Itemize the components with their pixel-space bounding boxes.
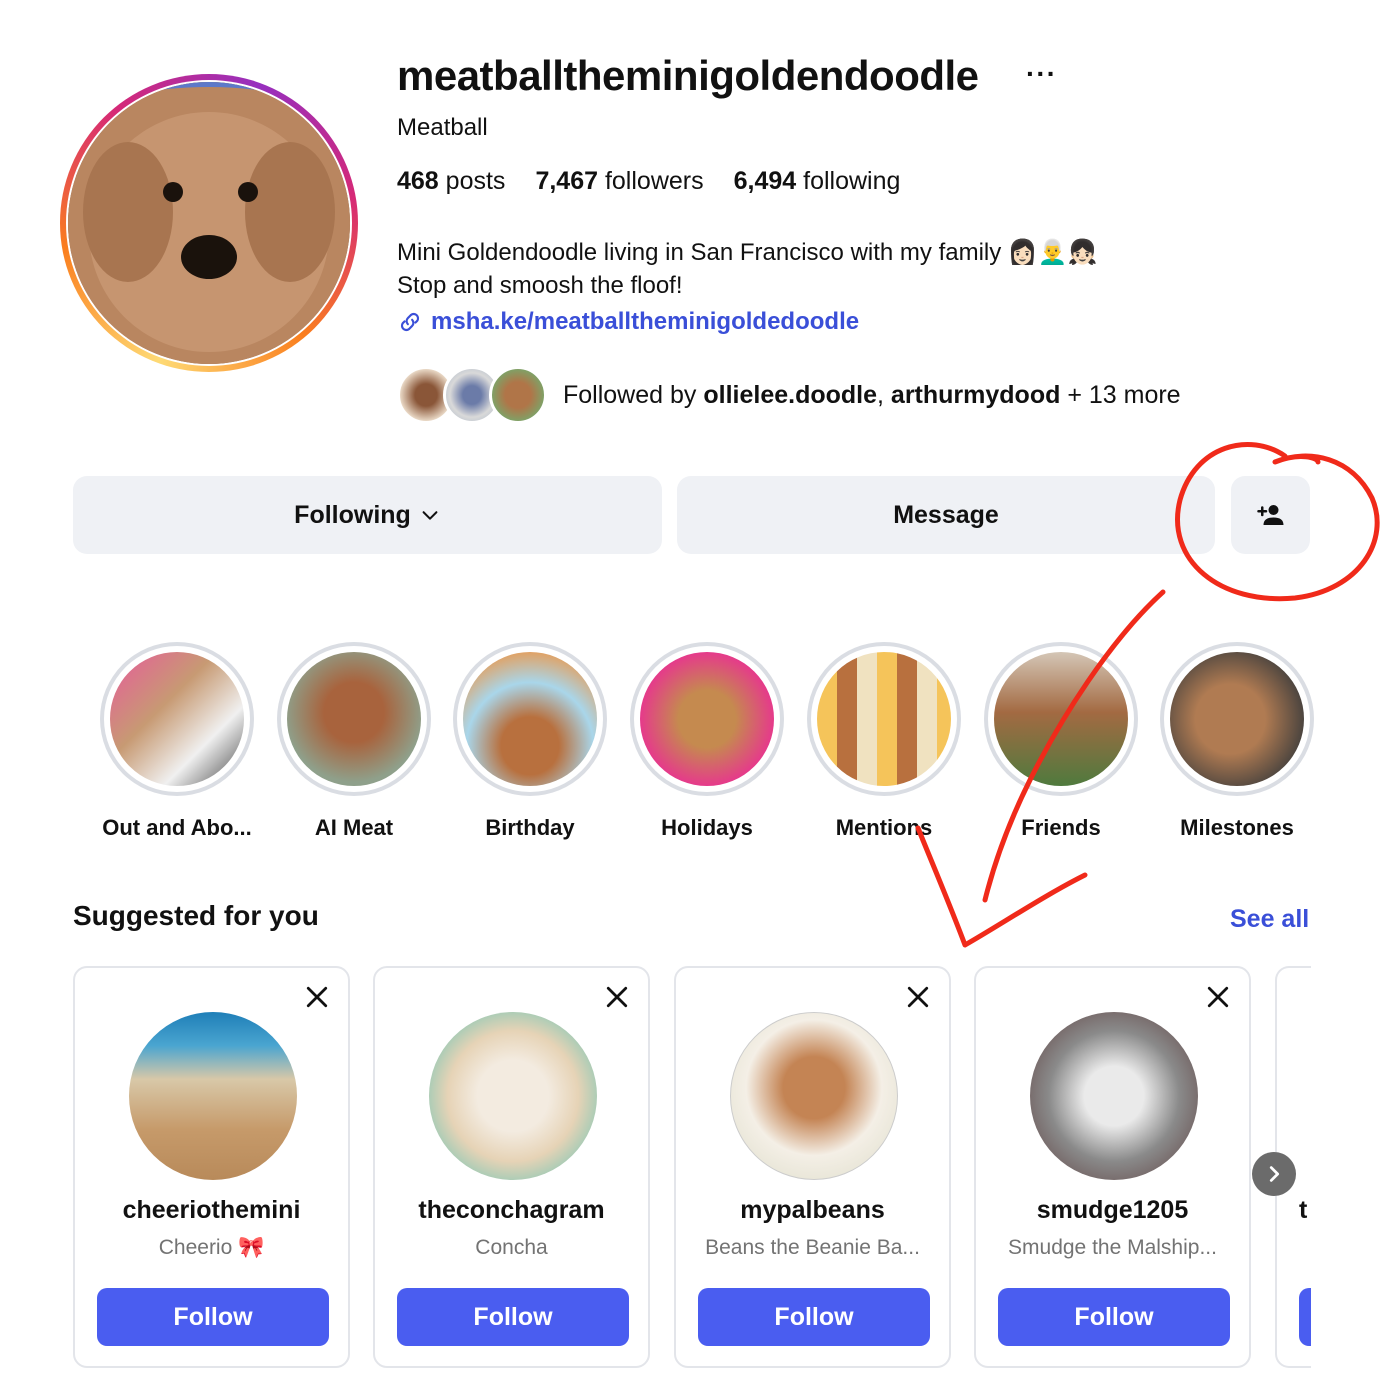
suggestion-name: Beans the Beanie Ba... bbox=[705, 1236, 920, 1259]
suggest-people-button[interactable] bbox=[1231, 476, 1310, 554]
message-button-label: Message bbox=[893, 500, 999, 529]
highlight-item[interactable]: Mentions bbox=[807, 642, 961, 841]
highlight-label: Milestones bbox=[1180, 815, 1294, 840]
highlight-ring bbox=[453, 642, 607, 796]
dog-face-illustration bbox=[68, 82, 350, 364]
followed-by-text: Followed by ollielee.doodle, arthurmydoo… bbox=[563, 381, 1181, 410]
followed-by-prefix: Followed by bbox=[563, 380, 704, 409]
bio-line: Stop and smoosh the floof! bbox=[397, 272, 683, 299]
add-person-icon bbox=[1256, 505, 1283, 525]
highlight-ring bbox=[807, 642, 961, 796]
highlight-cover bbox=[640, 652, 774, 786]
mutual-avatar bbox=[489, 366, 547, 424]
suggestion-name: Smudge the Malship... bbox=[1008, 1236, 1217, 1259]
suggestion-card: cheeriothemini Cheerio 🎀 Follow bbox=[73, 966, 350, 1368]
highlight-ring bbox=[277, 642, 431, 796]
profile-avatar bbox=[68, 82, 350, 364]
followers-count: 7,467 bbox=[535, 167, 598, 195]
suggestion-username[interactable]: theconchagram bbox=[375, 1196, 648, 1225]
profile-link-text: msha.ke/meatballtheminigoldedoodle bbox=[431, 308, 860, 335]
highlight-cover bbox=[1170, 652, 1304, 786]
chevron-down-icon bbox=[422, 511, 438, 520]
close-icon[interactable] bbox=[903, 982, 933, 1012]
posts-stat[interactable]: 468 posts bbox=[397, 167, 505, 196]
follow-button[interactable]: Follow bbox=[698, 1288, 930, 1346]
followers-stat[interactable]: 7,467 followers bbox=[535, 167, 703, 196]
suggestion-username[interactable]: t bbox=[1299, 1196, 1307, 1225]
followers-label: followers bbox=[604, 167, 704, 195]
see-all-link[interactable]: See all bbox=[1230, 905, 1309, 934]
following-label: following bbox=[803, 167, 901, 195]
highlight-label: Mentions bbox=[835, 815, 933, 840]
highlight-ring bbox=[984, 642, 1138, 796]
highlight-item[interactable]: Friends bbox=[984, 642, 1138, 841]
highlight-item[interactable]: Birthday bbox=[453, 642, 607, 841]
highlight-item[interactable]: Milestones bbox=[1160, 642, 1314, 841]
suggestion-card: smudge1205 Smudge the Malship... Follow bbox=[974, 966, 1251, 1368]
profile-display-name: Meatball bbox=[397, 114, 488, 141]
highlight-cover bbox=[463, 652, 597, 786]
suggestion-card: theconchagram Concha Follow bbox=[373, 966, 650, 1368]
following-button[interactable]: Following bbox=[73, 476, 662, 554]
suggestion-avatar[interactable] bbox=[1030, 1012, 1198, 1180]
highlight-cover bbox=[994, 652, 1128, 786]
highlight-label: Out and Abo... bbox=[102, 815, 252, 840]
message-button[interactable]: Message bbox=[677, 476, 1215, 554]
following-stat[interactable]: 6,494 following bbox=[734, 167, 901, 196]
profile-link[interactable]: msha.ke/meatballtheminigoldedoodle bbox=[397, 308, 859, 336]
highlight-ring bbox=[1160, 642, 1314, 796]
profile-stats: 468 posts 7,467 followers 6,494 followin… bbox=[397, 167, 900, 196]
followed-by-suffix: + 13 more bbox=[1060, 380, 1181, 409]
chevron-right-icon bbox=[1269, 1166, 1280, 1182]
bio-line: Mini Goldendoodle living in San Francisc… bbox=[397, 239, 1098, 266]
separator: , bbox=[877, 380, 891, 409]
highlight-cover bbox=[287, 652, 421, 786]
posts-count: 468 bbox=[397, 167, 439, 195]
follow-button[interactable]: Follow bbox=[97, 1288, 329, 1346]
mutual-user-link[interactable]: ollielee.doodle bbox=[703, 381, 877, 409]
posts-label: posts bbox=[445, 167, 506, 195]
following-button-label: Following bbox=[294, 500, 411, 529]
suggestion-name: Cheerio 🎀 bbox=[158, 1236, 265, 1259]
following-count: 6,494 bbox=[733, 167, 797, 195]
suggestion-username[interactable]: cheeriothemini bbox=[75, 1196, 348, 1225]
close-icon[interactable] bbox=[602, 982, 632, 1012]
highlight-item[interactable]: Out and Abo... bbox=[100, 642, 254, 841]
highlight-cover bbox=[817, 652, 951, 786]
close-icon[interactable] bbox=[302, 982, 332, 1012]
suggestion-avatar[interactable] bbox=[730, 1012, 898, 1180]
more-dots-icon[interactable]: ··· bbox=[1026, 58, 1057, 90]
suggestion-card: mypalbeans Beans the Beanie Ba... Follow bbox=[674, 966, 951, 1368]
highlight-label: Holidays bbox=[661, 815, 753, 840]
suggestion-username[interactable]: smudge1205 bbox=[976, 1196, 1249, 1225]
suggestion-name: Concha bbox=[475, 1236, 548, 1259]
profile-username: meatballtheminigoldendoodle bbox=[397, 52, 979, 99]
close-icon[interactable] bbox=[1203, 982, 1233, 1012]
follow-button[interactable] bbox=[1299, 1288, 1311, 1346]
followed-by-row[interactable]: Followed by ollielee.doodle, arthurmydoo… bbox=[397, 366, 1181, 424]
highlight-ring bbox=[100, 642, 254, 796]
mutual-user-link[interactable]: arthurmydood bbox=[891, 381, 1060, 409]
follow-button[interactable]: Follow bbox=[998, 1288, 1230, 1346]
profile-avatar-ring[interactable] bbox=[60, 74, 358, 372]
suggested-title: Suggested for you bbox=[73, 900, 319, 931]
highlight-label: Birthday bbox=[485, 815, 575, 840]
highlight-label: AI Meat bbox=[314, 815, 394, 840]
highlight-item[interactable]: AI Meat bbox=[277, 642, 431, 841]
follow-button[interactable]: Follow bbox=[397, 1288, 629, 1346]
link-icon bbox=[400, 312, 420, 332]
highlight-item[interactable]: Holidays bbox=[630, 642, 784, 841]
suggestion-avatar[interactable] bbox=[429, 1012, 597, 1180]
profile-bio: Mini Goldendoodle living in San Francisc… bbox=[397, 236, 1098, 302]
highlight-label: Friends bbox=[1021, 815, 1101, 840]
carousel-next-button[interactable] bbox=[1252, 1152, 1296, 1196]
highlight-ring bbox=[630, 642, 784, 796]
highlight-cover bbox=[110, 652, 244, 786]
suggestion-avatar[interactable] bbox=[129, 1012, 297, 1180]
annotation-arrow-head bbox=[915, 825, 1088, 948]
suggestion-username[interactable]: mypalbeans bbox=[676, 1196, 949, 1225]
